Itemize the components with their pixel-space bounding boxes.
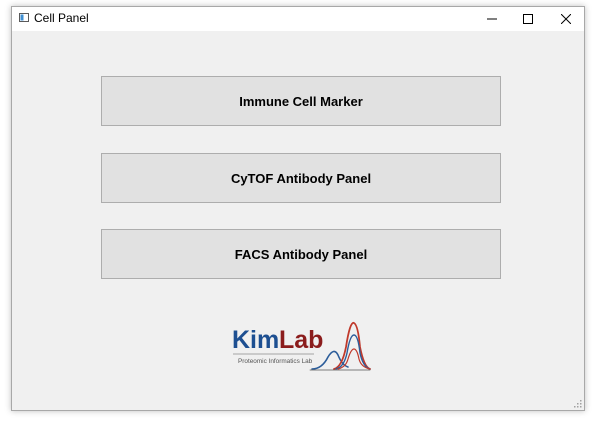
title-bar[interactable]: Cell Panel [12,7,584,31]
app-window-icon [19,13,29,22]
cell-panel-window: Cell Panel Immune Cell Marker CyTOF Anti… [11,6,585,411]
maximize-icon [523,14,533,24]
window-title: Cell Panel [34,11,89,25]
cytof-antibody-panel-button[interactable]: CyTOF Antibody Panel [101,153,501,203]
maximize-button[interactable] [510,7,546,31]
facs-antibody-panel-button[interactable]: FACS Antibody Panel [101,229,501,279]
immune-cell-marker-button[interactable]: Immune Cell Marker [101,76,501,126]
minimize-icon [487,18,497,20]
close-icon [561,14,571,24]
logo-name-lab: Lab [279,326,323,354]
minimize-button[interactable] [474,7,510,31]
resize-grip-icon[interactable] [572,398,582,408]
logo-tagline: Proteomic Informatics Lab [238,358,313,365]
logo-name-kim: Kim [232,326,279,354]
close-button[interactable] [548,7,584,31]
client-area: Immune Cell Marker CyTOF Antibody Panel … [12,31,584,410]
kimlab-logo: Kim Lab Proteomic Informatics Lab [232,322,371,371]
